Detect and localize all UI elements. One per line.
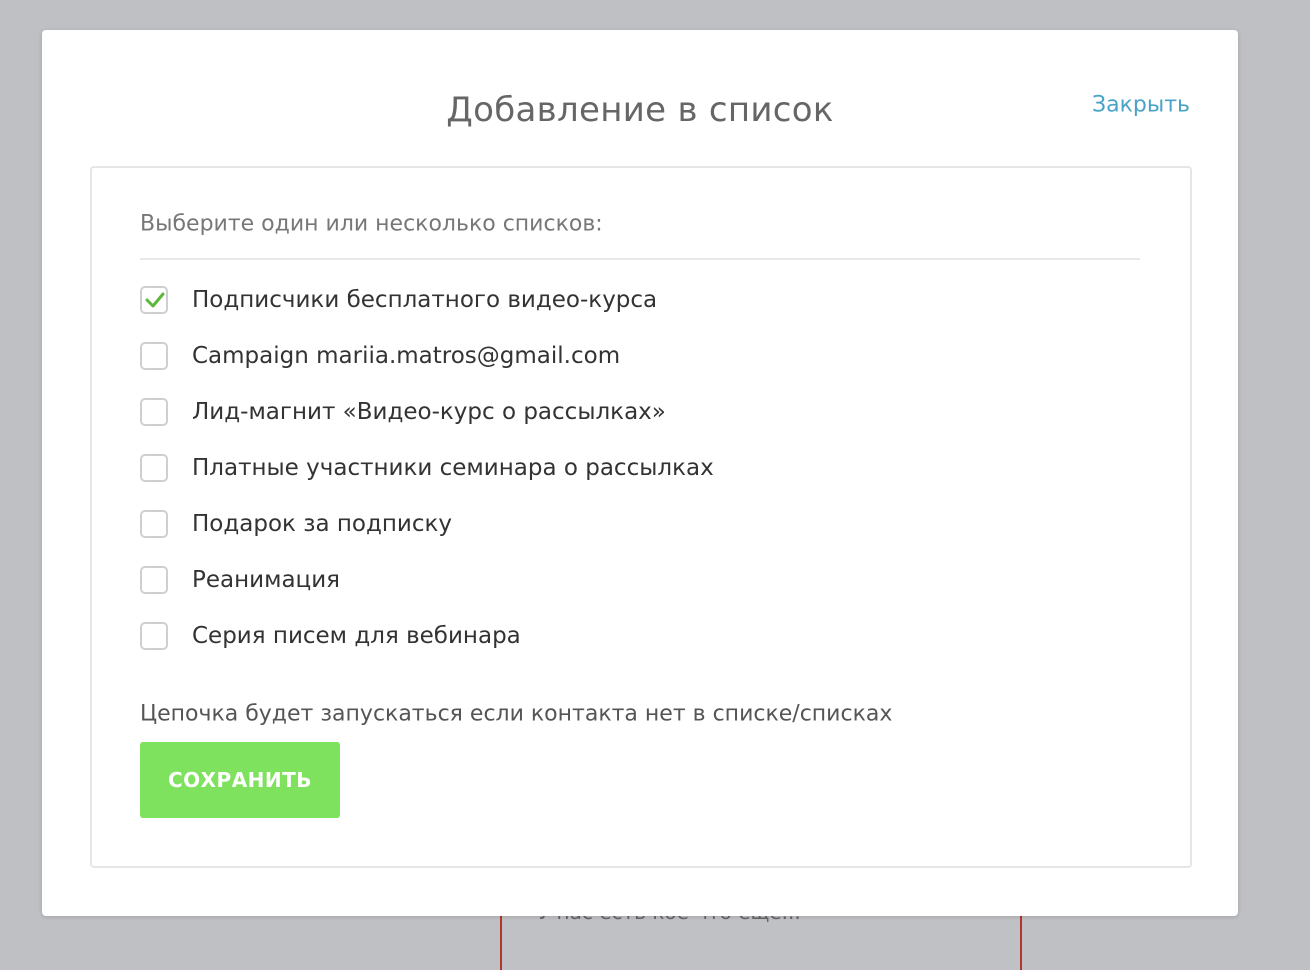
list-item-label: Серия писем для вебинара <box>192 623 521 649</box>
modal-title: Добавление в список <box>446 90 834 130</box>
list-item-label: Лид-магнит «Видео-курс о рассылках» <box>192 399 666 425</box>
check-icon <box>145 292 165 308</box>
list-checkbox[interactable] <box>140 566 168 594</box>
list-item-label: Реанимация <box>192 567 340 593</box>
list-checkbox[interactable] <box>140 286 168 314</box>
list-item-label: Платные участники семинара о рассылках <box>192 455 714 481</box>
list-item-label: Подарок за подписку <box>192 511 453 537</box>
list-checkbox[interactable] <box>140 622 168 650</box>
divider <box>140 258 1140 260</box>
close-link[interactable]: Закрыть <box>1092 93 1190 118</box>
list-item-label: Подписчики бесплатного видео-курса <box>192 287 658 313</box>
list-options: Подписчики бесплатного видео-курса Campa… <box>140 272 1140 664</box>
list-item[interactable]: Подписчики бесплатного видео-курса <box>140 272 1140 328</box>
list-item[interactable]: Подарок за подписку <box>140 496 1140 552</box>
list-item[interactable]: Лид-магнит «Видео-курс о рассылках» <box>140 384 1140 440</box>
list-checkbox[interactable] <box>140 342 168 370</box>
list-selection-card: Выберите один или несколько списков: Под… <box>90 166 1192 868</box>
list-checkbox[interactable] <box>140 510 168 538</box>
list-item[interactable]: Реанимация <box>140 552 1140 608</box>
list-item[interactable]: Платные участники семинара о рассылках <box>140 440 1140 496</box>
save-button[interactable]: СОХРАНИТЬ <box>140 742 340 818</box>
chain-note: Цепочка будет запускаться если контакта … <box>140 701 893 727</box>
list-item-label: Campaign mariia.matros@gmail.com <box>192 343 621 369</box>
instruction-text: Выберите один или несколько списков: <box>140 211 603 237</box>
list-checkbox[interactable] <box>140 454 168 482</box>
add-to-list-modal: Добавление в список Закрыть Выберите оди… <box>42 30 1238 916</box>
list-item[interactable]: Серия писем для вебинара <box>140 608 1140 664</box>
list-item[interactable]: Campaign mariia.matros@gmail.com <box>140 328 1140 384</box>
list-checkbox[interactable] <box>140 398 168 426</box>
